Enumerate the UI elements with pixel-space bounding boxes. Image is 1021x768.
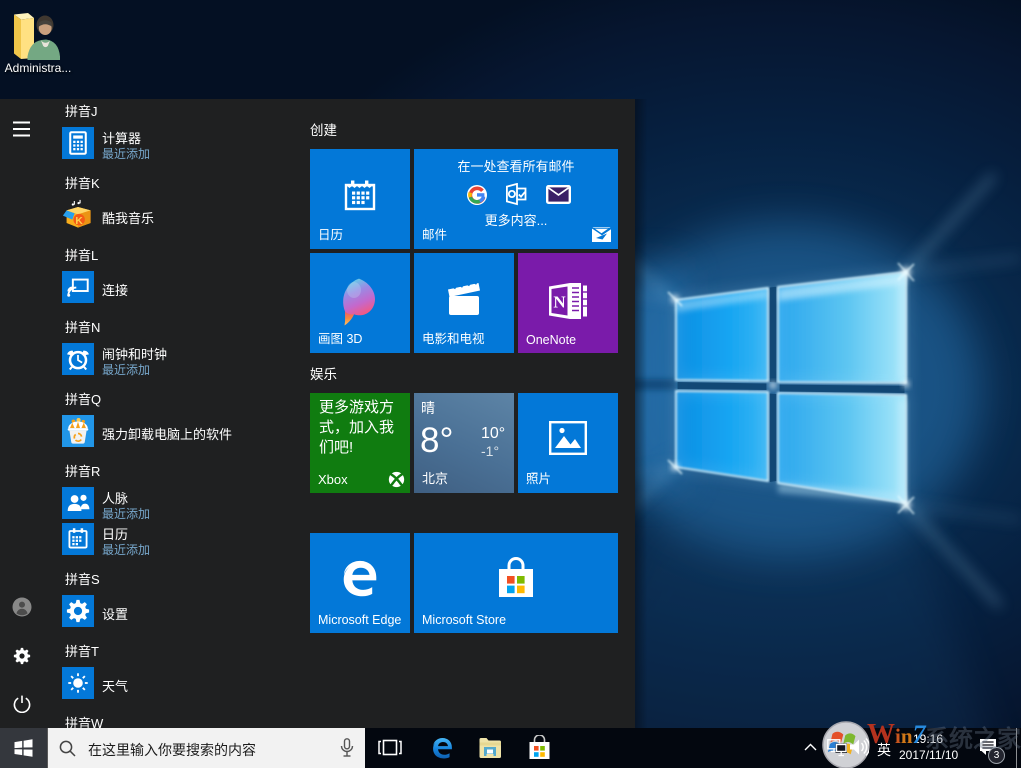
svg-text:K: K bbox=[75, 216, 83, 227]
svg-text:N: N bbox=[553, 293, 566, 312]
